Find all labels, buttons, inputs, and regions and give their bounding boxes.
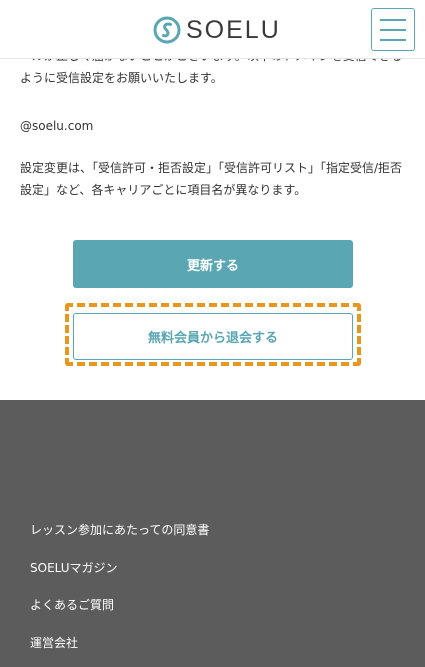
allowed-domain: @soelu.com <box>20 119 94 133</box>
settings-content: ールが正しく届かないことがございます。以下のドメインを受信できるように受信設定を… <box>0 59 425 400</box>
logo-text: SOELU <box>186 16 281 44</box>
soelu-logo[interactable]: SOELU <box>153 15 281 45</box>
email-reception-instructions: ールが正しく届かないことがございます。以下のドメインを受信できるように受信設定を… <box>20 59 403 85</box>
footer-link-soelu-magazine[interactable]: SOELUマガジン <box>30 560 118 576</box>
carrier-settings-note: 設定変更は、「受信許可・拒否設定」「受信許可リスト」「指定受信/拒否設定」など、… <box>20 161 403 197</box>
footer-link-company[interactable]: 運営会社 <box>30 635 78 651</box>
withdraw-membership-button[interactable]: 無料会員から退会する <box>73 313 353 360</box>
hamburger-menu-icon <box>380 18 406 21</box>
footer-link-consent-form[interactable]: レッスン参加にあたっての同意書 <box>30 522 209 538</box>
soelu-logo-mark-icon <box>153 16 181 44</box>
site-footer: レッスン参加にあたっての同意書 SOELUマガジン よくあるご質問 運営会社 <box>0 400 425 667</box>
site-header: SOELU <box>0 0 425 59</box>
hamburger-menu-icon-bar <box>380 38 406 41</box>
footer-link-faq[interactable]: よくあるご質問 <box>30 597 114 613</box>
hamburger-menu-button[interactable] <box>371 8 415 51</box>
update-button[interactable]: 更新する <box>73 240 353 288</box>
hamburger-menu-icon-bar <box>380 28 406 31</box>
